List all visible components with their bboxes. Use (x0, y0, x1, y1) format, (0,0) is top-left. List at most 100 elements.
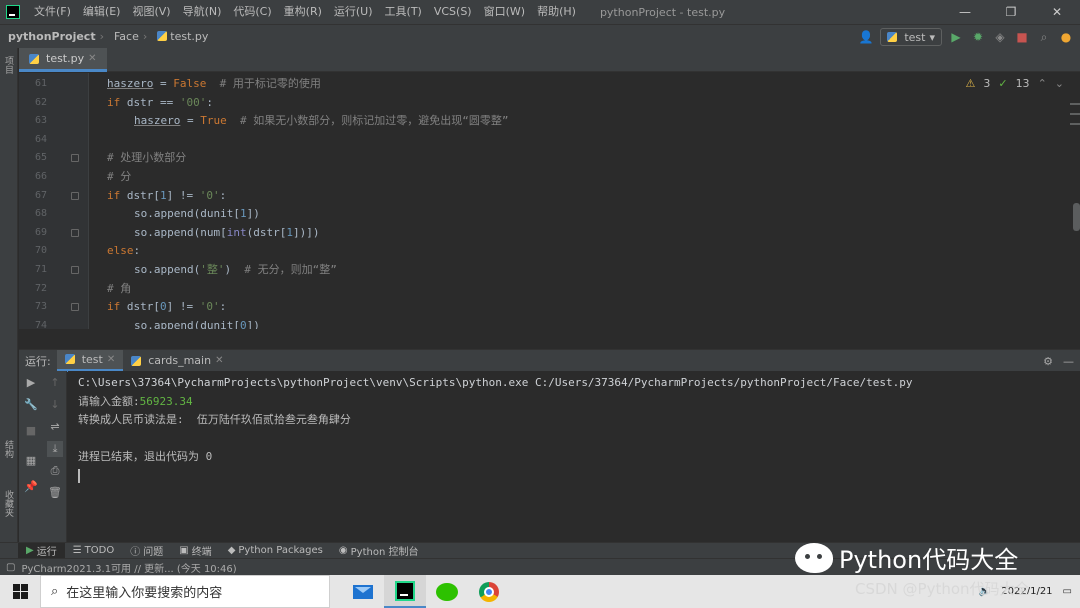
menu-tools[interactable]: 工具(T) (379, 0, 428, 24)
close-icon[interactable]: ✕ (107, 354, 115, 365)
menu-window[interactable]: 窗口(W) (478, 0, 531, 24)
user-icon[interactable]: 👤 (858, 29, 874, 45)
tool-structure[interactable]: 结构 (2, 440, 15, 458)
menu-refactor[interactable]: 重构(R) (278, 0, 328, 24)
stop-icon[interactable]: ■ (1014, 29, 1030, 45)
code-line[interactable]: else: (107, 242, 140, 261)
code-line[interactable]: so.append(dunit[0]) (134, 317, 260, 329)
close-icon[interactable]: ✕ (88, 53, 96, 64)
print-icon[interactable]: ⎙ (47, 463, 63, 479)
debug-icon[interactable]: ✹ (970, 29, 986, 45)
tab-test-py[interactable]: test.py ✕ (19, 48, 107, 72)
code-line[interactable]: # 处理小数部分 (107, 149, 186, 168)
wechat-watermark-icon (795, 542, 833, 573)
windows-logo-icon (12, 584, 28, 599)
menu-vcs[interactable]: VCS(S) (428, 0, 478, 24)
restore-button[interactable]: ❐ (988, 0, 1034, 24)
tool-project[interactable]: 项目 (2, 56, 15, 74)
trash-icon[interactable]: 🗑 (47, 485, 63, 501)
rerun-icon[interactable]: ▶ (23, 375, 39, 391)
code-line[interactable]: # 角 (107, 280, 131, 299)
taskbar-app-pycharm[interactable] (384, 575, 426, 608)
fold-marker-icon[interactable] (71, 228, 79, 237)
menu-view[interactable]: 视图(V) (126, 0, 176, 24)
run-tab-cards-main[interactable]: cards_main ✕ (123, 350, 231, 372)
line-number: 74 (34, 319, 47, 329)
code-line[interactable]: so.append(num[int(dstr[1])]) (134, 224, 319, 243)
search-icon[interactable]: ⌕ (1036, 29, 1052, 45)
run-config-select[interactable]: test ▾ (880, 28, 942, 46)
inspection-widget[interactable]: ⚠ 3 ✓ 13 ⌃ ⌄ (965, 77, 1064, 90)
chevron-up-icon[interactable]: ⌃ (1038, 77, 1047, 90)
minimize-button[interactable]: — (942, 0, 988, 24)
code-line[interactable]: if dstr[0] != '0': (107, 298, 226, 317)
menu-navigate[interactable]: 导航(N) (177, 0, 228, 24)
tool-window-terminal[interactable]: ▣ 终端 (171, 543, 219, 559)
taskbar-search[interactable]: ⌕ 在这里输入你要搜索的内容 (40, 575, 330, 608)
token: 1 (286, 225, 293, 239)
tool-window-todo[interactable]: ☰ TODO (65, 543, 123, 559)
code-line[interactable]: haszero = False # 用于标记零的使用 (107, 75, 321, 94)
code-line[interactable]: so.append('整') # 无分，则加“整” (134, 261, 337, 280)
breadcrumb-file[interactable]: test.py (149, 30, 210, 43)
run-icon[interactable]: ▶ (948, 29, 964, 45)
run-tab-test[interactable]: test ✕ (56, 349, 124, 372)
menu-edit[interactable]: 编辑(E) (77, 0, 127, 24)
taskbar-app-chrome[interactable] (468, 575, 510, 608)
code-line[interactable]: if dstr[1] != '0': (107, 187, 226, 206)
pin-icon[interactable]: 📌 (23, 479, 39, 495)
breadcrumb-project[interactable]: pythonProject (0, 30, 98, 43)
stop-icon[interactable]: ■ (23, 423, 39, 439)
menu-code[interactable]: 代码(C) (227, 0, 277, 24)
notification-icon[interactable]: ▭ (1063, 586, 1072, 597)
list-icon: ☰ (72, 545, 82, 556)
menu-help[interactable]: 帮助(H) (531, 0, 582, 24)
fold-marker-icon[interactable] (71, 191, 79, 200)
close-button[interactable]: ✕ (1034, 0, 1080, 24)
arrow-up-icon[interactable]: ↑ (47, 375, 63, 391)
code-line[interactable]: if dstr == '00': (107, 94, 213, 113)
check-icon: ✓ (998, 77, 1008, 90)
minimize-panel-icon[interactable]: — (1063, 355, 1074, 368)
run-icon: ▶ (26, 545, 34, 556)
coverage-icon[interactable]: ◈ (992, 29, 1008, 45)
fold-marker-icon[interactable] (71, 303, 79, 312)
arrow-down-icon[interactable]: ↓ (47, 397, 63, 413)
chevron-down-icon[interactable]: ⌄ (1055, 77, 1064, 90)
gear-icon[interactable]: ⚙ (1043, 355, 1053, 368)
token: if (107, 300, 121, 314)
taskbar-app-mail[interactable] (342, 575, 384, 608)
tool-window-label: 运行 (36, 547, 57, 558)
start-button[interactable] (0, 575, 40, 608)
tool-window-problems[interactable]: ⓘ 问题 (122, 543, 171, 559)
layout-icon: ▢ (6, 561, 16, 573)
menu-run[interactable]: 运行(U) (328, 0, 379, 24)
scroll-to-end-icon[interactable]: ⤓ (47, 441, 63, 457)
tool-window-run[interactable]: ▶ 运行 (18, 542, 65, 559)
fold-marker-icon[interactable] (71, 266, 79, 274)
token: : (133, 244, 141, 258)
code-editor[interactable]: 61 haszero = False # 用于标记零的使用 62 if dstr =… (19, 73, 1080, 329)
tool-window-python-packages[interactable]: ◆ Python Packages (220, 543, 331, 559)
taskbar-app-wechat[interactable] (426, 575, 468, 608)
code-line[interactable]: # 分 (107, 168, 131, 187)
menu-file[interactable]: 文件(F) (28, 0, 77, 24)
tool-window-python-console[interactable]: ◉ Python 控制台 (331, 543, 427, 559)
token: # 处理小数部分 (107, 151, 187, 165)
update-icon[interactable]: ● (1058, 29, 1074, 45)
wrench-icon[interactable]: 🔧 (23, 397, 39, 413)
code-line[interactable]: so.append(dunit[1]) (134, 205, 260, 224)
breadcrumb-folder[interactable]: Face (106, 30, 141, 43)
soft-wrap-icon[interactable]: ⇌ (47, 419, 63, 435)
editor-tab-bar: test.py ✕ (19, 48, 1080, 72)
status-message[interactable]: PyCharm2021.3.1可用 // 更新... (今天 10:46) (21, 560, 236, 575)
close-icon[interactable]: ✕ (215, 355, 223, 366)
console-cursor-line (78, 467, 1070, 486)
layout-icon[interactable]: ▦ (23, 453, 39, 469)
editor-scrollbar[interactable] (1073, 203, 1080, 231)
tool-favorites[interactable]: 收藏夹 (2, 490, 15, 517)
line-number: 63 (34, 115, 47, 127)
fold-marker-icon[interactable] (71, 154, 79, 163)
run-console[interactable]: C:\Users\37364\PycharmProjects\pythonPro… (68, 371, 1080, 542)
code-line[interactable]: haszero = True # 如果无小数部分，则标记加过零，避免出现“圆零整… (134, 112, 508, 131)
